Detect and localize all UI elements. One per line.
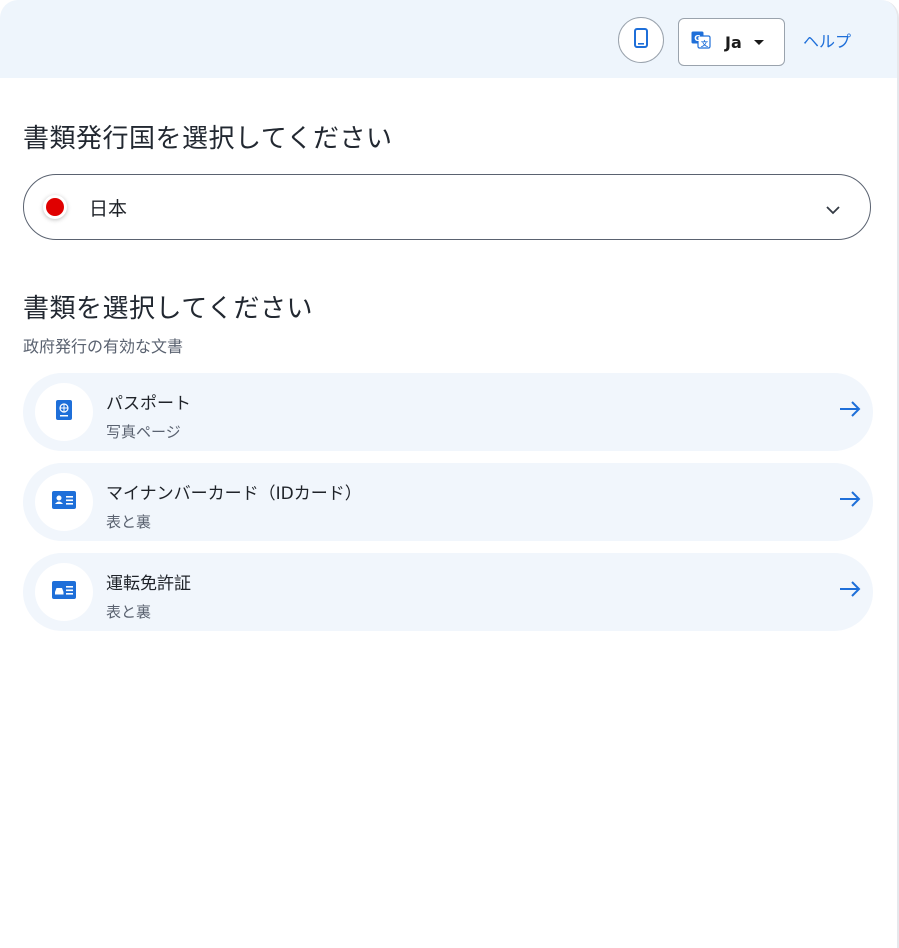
passport-icon-wrap	[35, 383, 93, 441]
arrow-right-icon	[839, 490, 861, 512]
top-bar: G 文 Ja ヘルプ	[0, 0, 897, 78]
document-title: 運転免許証	[106, 574, 191, 594]
document-subtitle: 表と裏	[106, 603, 152, 621]
document-subtitle: 写真ページ	[106, 423, 181, 441]
document-option-passport[interactable]: パスポート 写真ページ	[23, 373, 873, 451]
document-title: マイナンバーカード（IDカード）	[106, 484, 362, 504]
drivers-license-icon-wrap	[35, 563, 93, 621]
document-option-id-card[interactable]: マイナンバーカード（IDカード） 表と裏	[23, 463, 873, 541]
document-section-title: 書類を選択してください	[23, 294, 313, 324]
arrow-right-icon	[839, 580, 861, 602]
svg-text:G: G	[694, 34, 701, 43]
document-section-subtitle: 政府発行の有効な文書	[23, 337, 184, 356]
svg-text:文: 文	[701, 39, 709, 48]
id-card-icon-wrap	[35, 473, 93, 531]
japan-flag-icon	[43, 195, 67, 219]
passport-icon	[56, 400, 72, 424]
document-title: パスポート	[106, 394, 191, 414]
id-card-icon	[52, 491, 76, 513]
translate-icon: G 文	[691, 31, 711, 53]
document-option-drivers-license[interactable]: 運転免許証 表と裏	[23, 553, 873, 631]
device-switch-button[interactable]	[618, 17, 664, 63]
arrow-right-icon	[839, 400, 861, 422]
document-subtitle: 表と裏	[106, 513, 152, 531]
caret-down-icon	[753, 39, 764, 45]
language-selector[interactable]: G 文 Ja	[678, 18, 785, 66]
selected-country: 日本	[89, 197, 128, 220]
country-section-title: 書類発行国を選択してください	[23, 124, 393, 154]
language-code: Ja	[725, 32, 742, 52]
country-dropdown[interactable]: 日本	[23, 174, 871, 240]
help-link[interactable]: ヘルプ	[803, 28, 851, 52]
chevron-down-icon	[826, 200, 840, 219]
drivers-license-icon	[52, 581, 76, 603]
app-window: G 文 Ja ヘルプ 書類発行国を選択してください 日本 書類を選択してください…	[0, 0, 899, 948]
smartphone-icon	[634, 28, 648, 52]
